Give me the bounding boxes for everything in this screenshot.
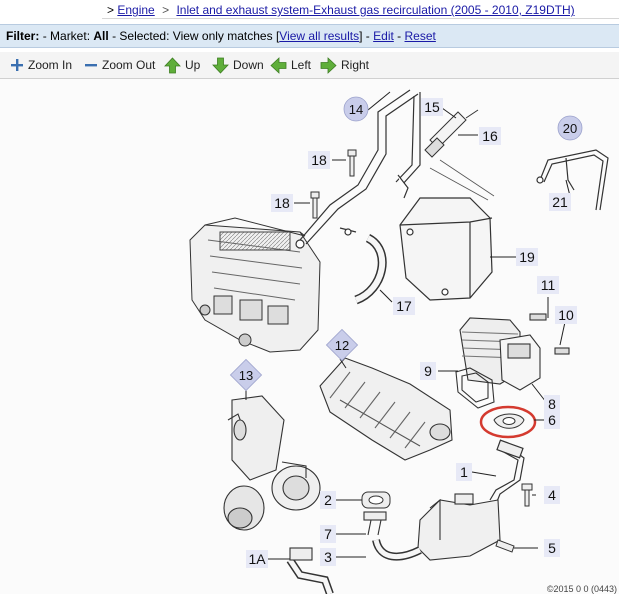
zoom-out-label: Zoom Out bbox=[102, 58, 156, 72]
gasket-6-drawing bbox=[493, 413, 525, 429]
callout-21[interactable]: 21 bbox=[549, 193, 571, 211]
svg-text:19: 19 bbox=[519, 249, 535, 265]
svg-text:18: 18 bbox=[311, 152, 327, 168]
svg-text:2: 2 bbox=[324, 492, 332, 508]
callout-11[interactable]: 11 bbox=[537, 276, 559, 294]
egr-valve-drawing bbox=[455, 313, 570, 409]
svg-text:20: 20 bbox=[563, 121, 577, 136]
svg-text:14: 14 bbox=[349, 102, 363, 117]
svg-text:17: 17 bbox=[396, 298, 412, 314]
svg-text:13: 13 bbox=[239, 368, 253, 383]
copyright-text: ©2015 0 0 (0443) bbox=[546, 584, 617, 594]
breadcrumb-link-egr[interactable]: Inlet and exhaust system-Exhaust gas rec… bbox=[176, 3, 574, 17]
zoom-in-button[interactable]: Zoom In bbox=[10, 56, 72, 74]
engine-block-drawing bbox=[189, 217, 321, 353]
callout-7[interactable]: 7 bbox=[320, 525, 336, 543]
svg-text:4: 4 bbox=[548, 487, 556, 503]
callout-badge-14[interactable]: 14 bbox=[343, 96, 369, 122]
left-label: Left bbox=[291, 58, 312, 72]
cover-19-drawing bbox=[399, 159, 495, 301]
filter-label: Filter: bbox=[6, 29, 40, 43]
callout-5[interactable]: 5 bbox=[544, 539, 560, 557]
svg-text:9: 9 bbox=[424, 363, 432, 379]
right-button[interactable]: Right bbox=[320, 56, 369, 74]
reset-link[interactable]: Reset bbox=[405, 29, 436, 43]
svg-text:1A: 1A bbox=[248, 551, 266, 567]
bolt-18-upper-drawing bbox=[347, 149, 357, 177]
right-label: Right bbox=[341, 58, 370, 72]
svg-text:6: 6 bbox=[548, 412, 556, 428]
arrow-up-icon bbox=[164, 56, 181, 73]
svg-text:1: 1 bbox=[460, 464, 468, 480]
callout-badge-12[interactable]: 12 bbox=[325, 328, 359, 362]
svg-text:18: 18 bbox=[274, 195, 290, 211]
svg-text:15: 15 bbox=[424, 99, 440, 115]
callout-15[interactable]: 15 bbox=[421, 98, 443, 116]
callout-1[interactable]: 1 bbox=[456, 463, 472, 481]
svg-text:10: 10 bbox=[558, 307, 574, 323]
callout-10[interactable]: 10 bbox=[555, 306, 577, 324]
flange-2-drawing bbox=[361, 491, 391, 509]
down-button[interactable]: Down bbox=[212, 56, 264, 74]
minus-icon bbox=[85, 64, 97, 67]
arrow-left-icon bbox=[270, 56, 287, 74]
selected-value: View only matches bbox=[172, 29, 273, 43]
callout-9[interactable]: 9 bbox=[420, 362, 436, 380]
svg-text:3: 3 bbox=[324, 549, 332, 565]
breadcrumb-separator: > bbox=[162, 3, 170, 17]
callout-8[interactable]: 8 bbox=[544, 395, 560, 413]
market-value: All bbox=[93, 29, 109, 43]
down-label: Down bbox=[233, 58, 264, 72]
arrow-right-icon bbox=[320, 56, 337, 74]
breadcrumb: > Engine > Inlet and exhaust system-Exha… bbox=[0, 0, 619, 20]
bolt-4-drawing bbox=[521, 483, 533, 507]
callout-18-upper[interactable]: 18 bbox=[308, 151, 330, 169]
callout-17[interactable]: 17 bbox=[393, 297, 415, 315]
breadcrumb-divider bbox=[102, 18, 619, 19]
parts-diagram[interactable]: 14 20 12 13 1 1A 2 3 4 5 6 7 8 9 10 11 1… bbox=[0, 79, 619, 594]
svg-text:5: 5 bbox=[548, 540, 556, 556]
diagram-panel[interactable]: 14 20 12 13 1 1A 2 3 4 5 6 7 8 9 10 11 1… bbox=[0, 79, 619, 594]
svg-text:16: 16 bbox=[482, 128, 498, 144]
egr-pipe-1-drawing bbox=[489, 439, 525, 505]
up-label: Up bbox=[185, 58, 201, 72]
zoom-out-button[interactable]: Zoom Out bbox=[84, 56, 155, 74]
plus-icon bbox=[11, 59, 23, 71]
turbocharger-drawing bbox=[223, 395, 321, 531]
callout-18-lower[interactable]: 18 bbox=[271, 194, 293, 212]
toolbar: Zoom In Zoom Out Up Down Left Right bbox=[0, 52, 619, 79]
callout-4[interactable]: 4 bbox=[544, 486, 560, 504]
svg-text:11: 11 bbox=[541, 277, 556, 293]
callout-16[interactable]: 16 bbox=[479, 127, 501, 145]
up-button[interactable]: Up bbox=[164, 56, 200, 74]
filter-bar: Filter: - Market: All - Selected: View o… bbox=[0, 24, 619, 48]
svg-text:7: 7 bbox=[324, 526, 332, 542]
svg-text:8: 8 bbox=[548, 396, 556, 412]
callout-badge-13[interactable]: 13 bbox=[229, 358, 263, 392]
market-prefix: - Market: bbox=[42, 29, 91, 43]
callout-2[interactable]: 2 bbox=[320, 491, 336, 509]
callout-1a[interactable]: 1A bbox=[246, 550, 268, 568]
breadcrumb-link-engine[interactable]: Engine bbox=[117, 3, 154, 17]
callout-3[interactable]: 3 bbox=[320, 548, 336, 566]
bolt-18-lower-drawing bbox=[310, 191, 320, 219]
breadcrumb-separator: > bbox=[107, 3, 115, 17]
view-all-results-link[interactable]: View all results bbox=[279, 29, 359, 43]
left-button[interactable]: Left bbox=[270, 56, 311, 74]
svg-text:21: 21 bbox=[552, 194, 568, 210]
callout-badge-20[interactable]: 20 bbox=[557, 115, 583, 141]
callout-6[interactable]: 6 bbox=[544, 411, 560, 429]
sensor-drawing bbox=[424, 109, 479, 158]
zoom-in-label: Zoom In bbox=[28, 58, 73, 72]
bracket-21-drawing bbox=[536, 149, 609, 211]
selected-prefix: - Selected: bbox=[112, 29, 170, 43]
edit-link[interactable]: Edit bbox=[373, 29, 394, 43]
arrow-down-icon bbox=[212, 57, 229, 74]
callout-19[interactable]: 19 bbox=[516, 248, 538, 266]
svg-text:12: 12 bbox=[335, 338, 349, 353]
bolt-5-drawing bbox=[495, 539, 515, 553]
